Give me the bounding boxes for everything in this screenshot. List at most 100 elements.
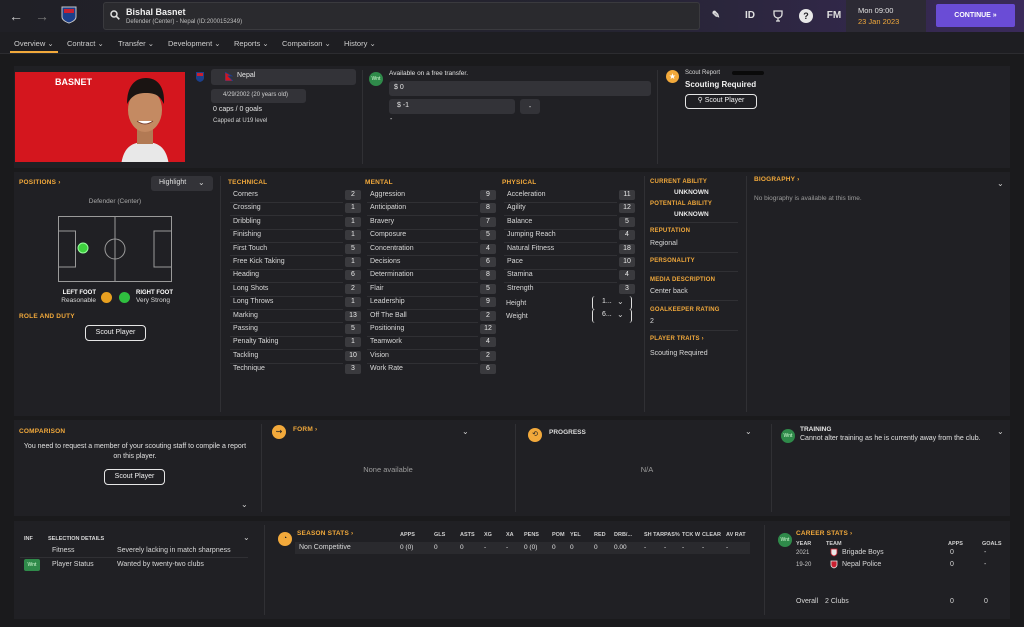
attribute-value[interactable]: 1 <box>345 337 361 348</box>
attribute-value[interactable]: 10 <box>345 350 361 361</box>
attribute-label: First Touch <box>233 244 268 252</box>
attribute-value[interactable]: 5 <box>345 243 361 254</box>
chevron-down-icon[interactable]: ⌄ <box>997 427 1004 436</box>
player-status-detail: Wanted by twenty-two clubs <box>117 561 204 568</box>
training-text: Cannot alter training as he is currently… <box>800 435 981 442</box>
season-stat-value: - <box>726 544 729 551</box>
attribute-value[interactable]: 11 <box>619 190 635 200</box>
chevron-right-icon: › <box>314 426 318 433</box>
scout-player-button[interactable]: Scout Player <box>104 469 165 485</box>
transfer-value-field[interactable]: $ 0 <box>389 81 651 96</box>
tab-comparison[interactable]: Comparison ⌄ <box>282 39 331 48</box>
attribute-value[interactable]: 6 <box>345 270 361 281</box>
attribute-value[interactable]: 2 <box>345 283 361 294</box>
attribute-value[interactable]: 5 <box>345 324 361 334</box>
season-stat-header: CLEAR <box>702 532 721 538</box>
attribute-value[interactable]: 12 <box>619 203 635 214</box>
attribute-label: Penalty Taking <box>233 338 279 346</box>
tab-history[interactable]: History ⌄ <box>344 39 376 48</box>
date-display[interactable]: Mon 09:00 23 Jan 2023 <box>846 0 926 32</box>
attribute-value[interactable]: 1 <box>345 297 361 308</box>
trophy-icon[interactable] <box>771 9 785 23</box>
wage-value: $ -1 <box>397 102 410 109</box>
chevron-down-icon[interactable]: ⌄ <box>462 427 469 436</box>
attribute-value[interactable]: 3 <box>619 283 635 294</box>
attribute-value[interactable]: 9 <box>480 297 496 308</box>
wage-extra-field[interactable]: - <box>520 99 540 114</box>
attribute-label: Off The Ball <box>370 311 407 319</box>
attribute-value[interactable]: 8 <box>480 270 496 281</box>
attribute-value[interactable]: 13 <box>345 310 361 321</box>
wage-field[interactable]: $ -1 <box>389 99 515 114</box>
tab-reports[interactable]: Reports ⌄ <box>234 39 269 48</box>
attribute-label: Jumping Reach <box>507 231 556 239</box>
attribute-value[interactable]: 2 <box>345 190 361 200</box>
attribute-value[interactable]: 5 <box>480 230 496 241</box>
divider <box>771 424 772 512</box>
attribute-value[interactable]: 4 <box>480 337 496 348</box>
attribute-value[interactable]: 18 <box>619 243 635 254</box>
club-crest-icon[interactable] <box>61 6 77 24</box>
attribute-value[interactable]: 5 <box>619 216 635 227</box>
player-traits-value: Scouting Required <box>650 350 708 357</box>
attribute-value[interactable]: 6 <box>480 257 496 267</box>
attribute-value[interactable]: 1 <box>345 230 361 241</box>
attribute-value[interactable]: 6 <box>480 364 496 375</box>
attribute-value[interactable]: 3 <box>345 364 361 375</box>
tab-development[interactable]: Development ⌄ <box>168 39 221 48</box>
career-stats-title[interactable]: CAREER STATS › <box>796 530 852 537</box>
dob-field: 4/29/2002 (20 years old) <box>211 89 306 103</box>
fm-button[interactable]: FM <box>825 9 843 23</box>
divider <box>644 176 645 412</box>
scout-player-button[interactable]: Scout Player <box>85 325 146 341</box>
id-button[interactable]: ID <box>741 9 759 23</box>
attribute-value[interactable]: 9 <box>480 190 496 200</box>
career-team[interactable]: Brigade Boys <box>842 549 884 556</box>
highlight-dropdown[interactable]: Highlight ⌄ <box>151 176 213 191</box>
chevron-down-icon[interactable]: ⌄ <box>243 533 250 542</box>
attribute-value[interactable]: 4 <box>619 230 635 241</box>
row-divider <box>367 282 478 284</box>
season-stat-header: APPS <box>400 532 415 538</box>
weight-field[interactable]: 6... ⌄ <box>592 309 632 323</box>
attribute-value[interactable]: 2 <box>480 350 496 361</box>
player-traits-title[interactable]: PLAYER TRAITS › <box>650 336 704 342</box>
row-divider <box>230 201 343 203</box>
row-divider <box>230 362 343 364</box>
tab-transfer[interactable]: Transfer ⌄ <box>118 39 154 48</box>
attribute-value[interactable]: 1 <box>345 216 361 227</box>
chevron-down-icon[interactable]: ⌄ <box>745 427 752 436</box>
help-icon[interactable]: ? <box>799 9 813 23</box>
attribute-value[interactable]: 1 <box>345 257 361 267</box>
attribute-value[interactable]: 4 <box>480 243 496 254</box>
attribute-value[interactable]: 1 <box>345 203 361 214</box>
attribute-value[interactable]: 10 <box>619 257 635 267</box>
nationality-field[interactable]: Nepal <box>211 69 356 85</box>
attribute-value[interactable]: 8 <box>480 203 496 214</box>
attribute-value[interactable]: 2 <box>480 310 496 321</box>
form-title[interactable]: FORM › <box>293 426 317 433</box>
tab-overview[interactable]: Overview ⌄ <box>14 39 54 48</box>
positions-title[interactable]: POSITIONS › <box>19 179 61 186</box>
season-stat-value: - <box>702 544 705 551</box>
scout-player-button[interactable]: ⚲ Scout Player <box>685 94 757 109</box>
attribute-value[interactable]: 5 <box>480 283 496 294</box>
player-traits-label: PLAYER TRAITS <box>650 336 700 342</box>
back-arrow-icon[interactable]: ← <box>8 8 24 24</box>
attribute-value[interactable]: 7 <box>480 216 496 227</box>
edit-icon[interactable]: ✎ <box>709 9 723 23</box>
chevron-down-icon[interactable]: ⌄ <box>997 179 1004 188</box>
attribute-value[interactable]: 4 <box>619 270 635 281</box>
attribute-label: Long Throws <box>233 298 274 306</box>
season-stat-header: SH TAR <box>644 532 665 538</box>
height-field[interactable]: 1... ⌄ <box>592 296 632 310</box>
biography-title[interactable]: BIOGRAPHY › <box>754 176 799 183</box>
tab-contract[interactable]: Contract ⌄ <box>67 39 104 48</box>
attribute-value[interactable]: 12 <box>480 324 496 334</box>
career-team[interactable]: Nepal Police <box>842 561 881 568</box>
forward-arrow-icon[interactable]: → <box>34 8 50 24</box>
season-stats-title[interactable]: SEASON STATS › <box>297 530 353 537</box>
player-header-search[interactable]: Bishal Basnet Defender (Center) - Nepal … <box>103 2 700 30</box>
chevron-down-icon[interactable]: ⌄ <box>241 500 248 509</box>
continue-button[interactable]: CONTINUE » <box>936 4 1015 27</box>
